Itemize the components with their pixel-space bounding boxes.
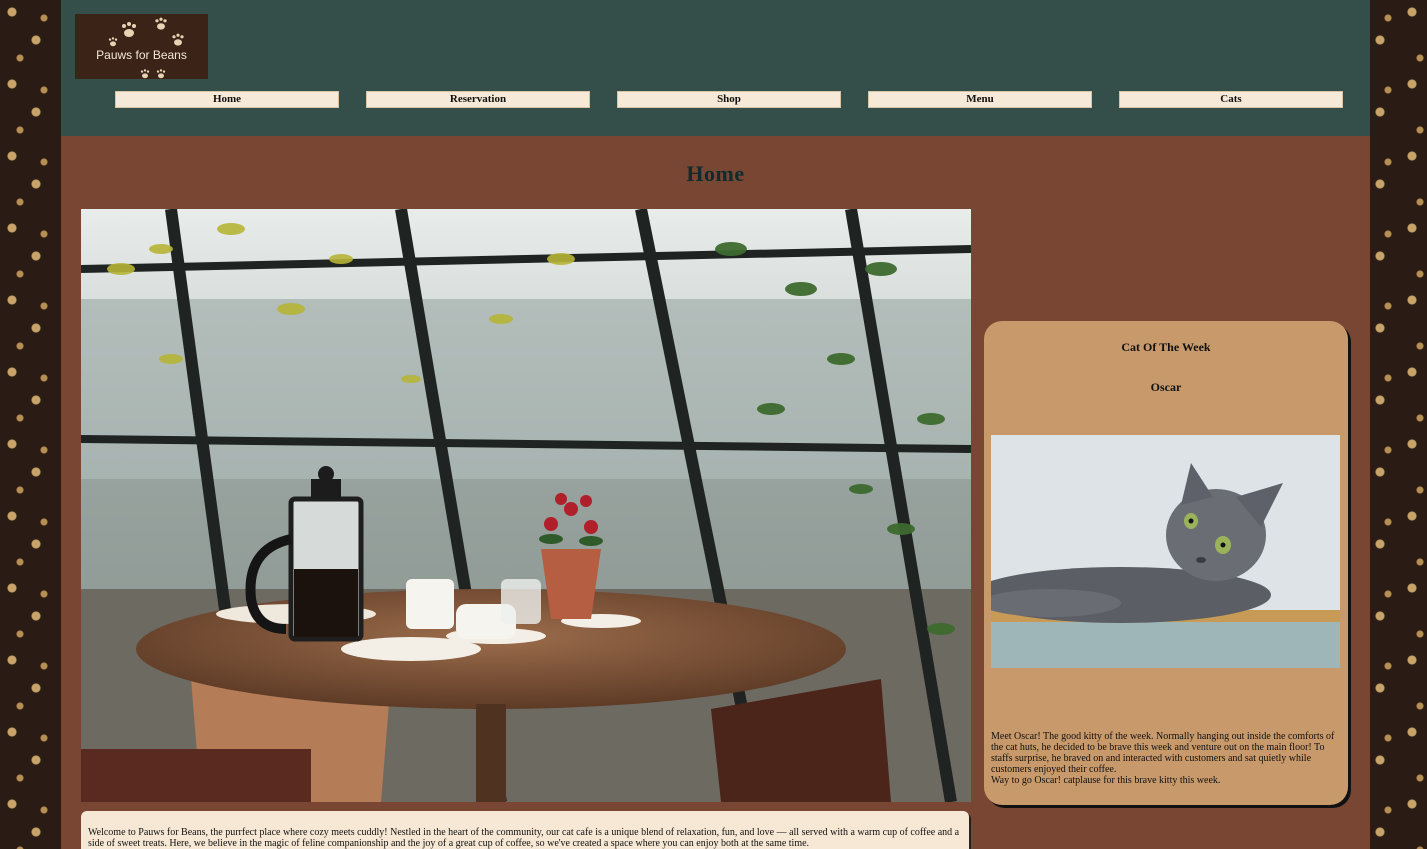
- nav-reservation-button[interactable]: Reservation: [366, 91, 590, 108]
- card-heading: Cat Of The Week: [1121, 340, 1211, 354]
- cat-description-text: Meet Oscar! The good kitty of the week. …: [991, 731, 1335, 775]
- welcome-text: Welcome to Pauws for Beans, the purrfect…: [88, 827, 960, 849]
- site-header: Pauws for Beans Home Reservation Shop Me…: [61, 0, 1370, 136]
- cat-illustration: [991, 435, 1340, 668]
- nav-cats-button[interactable]: Cats: [1119, 91, 1343, 108]
- cat-of-the-week-card: Cat Of The Week Oscar Meet Oscar! The go…: [984, 321, 1348, 805]
- nav-menu-button[interactable]: Menu: [868, 91, 1092, 108]
- cat-description: Meet Oscar! The good kitty of the week. …: [991, 731, 1341, 786]
- logo[interactable]: Pauws for Beans: [75, 14, 208, 79]
- logo-text: Pauws for Beans: [96, 48, 187, 62]
- nav-home-button[interactable]: Home: [115, 91, 339, 108]
- cat-cheer-text: Way to go Oscar! catplause for this brav…: [991, 775, 1221, 786]
- cat-name: Oscar: [1150, 380, 1182, 394]
- cafe-hero-image: [81, 209, 971, 802]
- page-title: Home: [686, 161, 745, 186]
- cafe-table-illustration: [81, 209, 971, 802]
- paw-prints-icon: [108, 17, 184, 79]
- nav-shop-button[interactable]: Shop: [617, 91, 841, 108]
- page-container: Pauws for Beans Home Reservation Shop Me…: [61, 0, 1370, 849]
- cat-photo: [991, 435, 1340, 668]
- welcome-section: Welcome to Pauws for Beans, the purrfect…: [81, 811, 969, 849]
